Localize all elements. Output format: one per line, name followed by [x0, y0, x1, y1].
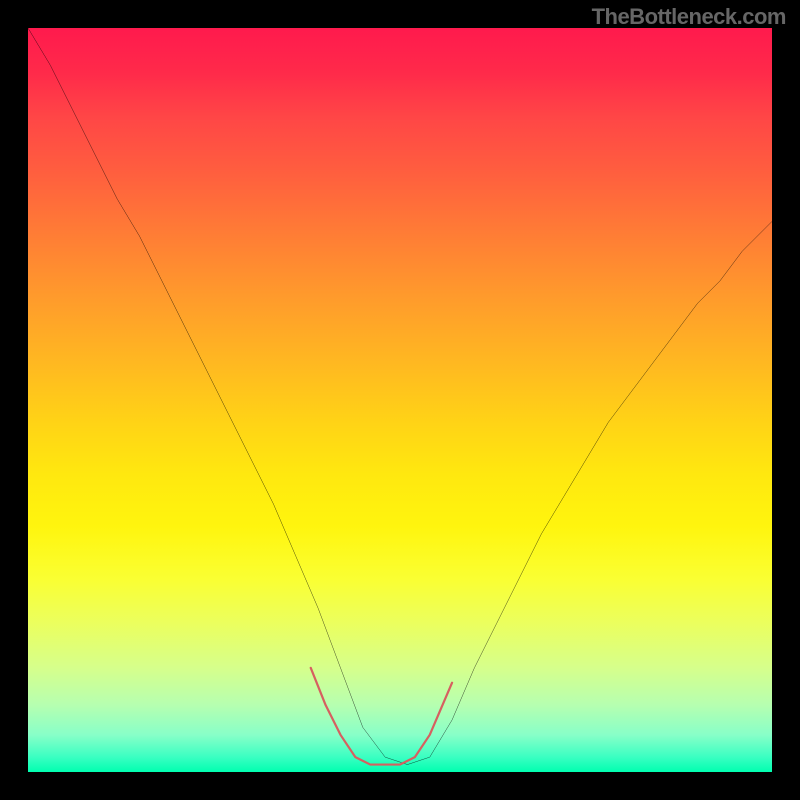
- chart-frame: TheBottleneck.com: [0, 0, 800, 800]
- curve-layer: [28, 28, 772, 772]
- black-curve-line: [28, 28, 772, 765]
- gradient-plot-area: [28, 28, 772, 772]
- red-u-band-line: [311, 668, 452, 765]
- watermark-text: TheBottleneck.com: [592, 4, 786, 30]
